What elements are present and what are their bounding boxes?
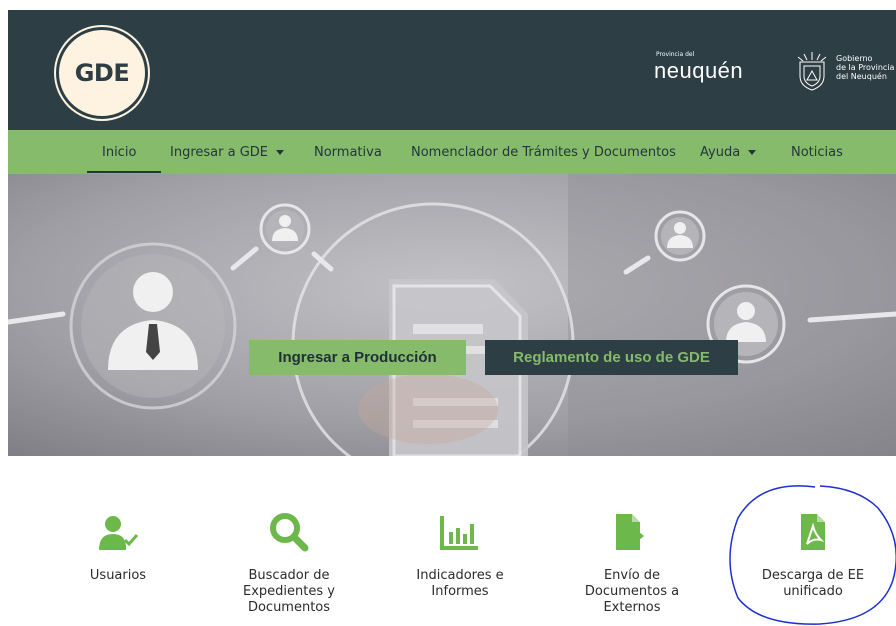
nav-item-label: Noticias (791, 144, 843, 160)
file-export-icon (616, 514, 644, 550)
nav-item-label: Nomenclador de Trámites y Documentos (411, 144, 676, 160)
quick-link-indicadores[interactable]: Indicadores e Informes (390, 510, 530, 600)
ingresar-produccion-button[interactable]: Ingresar a Producción (249, 340, 466, 375)
site-header: GDE Provincia del neuquén Gobierno de la… (8, 10, 896, 130)
nav-item-normativa[interactable]: Normativa (314, 130, 382, 174)
quick-link-label: Buscador de Expedientes y Documentos (243, 568, 335, 615)
quick-link-label: Descarga de EE unificado (761, 568, 865, 599)
caret-down-icon (276, 149, 284, 155)
province-logo-text: neuquén (654, 58, 744, 83)
nav-item-ingresar-gde[interactable]: Ingresar a GDE (170, 130, 284, 174)
nav-item-inicio[interactable]: Inicio (102, 130, 136, 174)
search-icon (270, 513, 309, 552)
user-check-icon (99, 516, 138, 550)
nav-item-nomenclador[interactable]: Nomenclador de Trámites y Documentos (411, 130, 676, 174)
main-nav: Inicio Ingresar a GDE Normativa Nomencla… (8, 130, 896, 174)
logo-text: GDE (74, 59, 130, 87)
nav-item-noticias[interactable]: Noticias (791, 130, 843, 174)
caret-down-icon (748, 149, 757, 155)
hero-banner: Ingresar a Producción Reglamento de uso … (8, 174, 896, 456)
file-pdf-icon (801, 514, 825, 550)
bar-chart-icon (440, 516, 478, 550)
gde-logo[interactable]: GDE (56, 27, 148, 119)
government-label-line: de la Provincia (836, 63, 895, 72)
nav-item-label: Ayuda (700, 144, 741, 160)
quick-link-label: Indicadores e Informes (416, 568, 504, 599)
quick-link-envio[interactable]: Envío de Documentos a Externos (562, 510, 702, 616)
government-seal-icon (797, 52, 827, 91)
page: GDE Provincia del neuquén Gobierno de la… (0, 0, 896, 626)
quick-link-label: Usuarios (89, 568, 147, 583)
government-label: Gobierno de la Provincia del Neuquén (836, 54, 896, 81)
government-label-line: Gobierno (836, 54, 873, 63)
hero-network-illustration (8, 174, 896, 456)
government-label-line: del Neuquén (836, 72, 887, 81)
quick-link-label: Envío de Documentos a Externos (584, 568, 680, 615)
nav-item-label: Inicio (102, 144, 137, 160)
quick-link-usuarios[interactable]: Usuarios (48, 510, 188, 584)
nav-active-indicator (87, 171, 161, 173)
reglamento-button[interactable]: Reglamento de uso de GDE (485, 340, 738, 375)
quick-link-descarga[interactable]: Descarga de EE unificado (743, 510, 883, 600)
nav-item-ayuda[interactable]: Ayuda (700, 130, 757, 174)
quick-link-buscador[interactable]: Buscador de Expedientes y Documentos (219, 510, 359, 616)
nav-item-label: Ingresar a GDE (170, 144, 268, 160)
province-small-label: Provincia del (656, 51, 695, 58)
nav-item-label: Normativa (314, 144, 382, 160)
